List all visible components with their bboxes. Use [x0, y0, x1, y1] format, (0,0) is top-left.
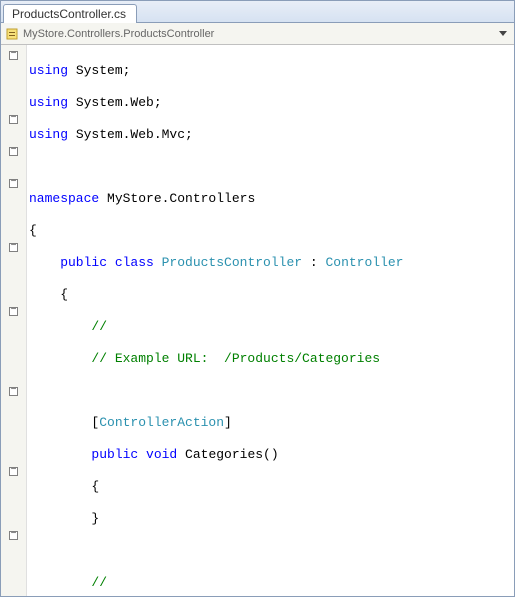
fold-toggle[interactable]	[9, 115, 18, 124]
fold-toggle[interactable]	[9, 467, 18, 476]
fold-toggle[interactable]	[9, 51, 18, 60]
navigation-bar: MyStore.Controllers.ProductsController	[1, 23, 514, 45]
tab-bar: ProductsController.cs	[1, 1, 514, 23]
type-name: ProductsController	[154, 255, 302, 270]
code-text: System.Web;	[68, 95, 162, 110]
brace: {	[29, 479, 99, 494]
fold-toggle[interactable]	[9, 307, 18, 316]
keyword: public	[29, 447, 138, 462]
keyword: void	[138, 447, 177, 462]
code-text: ]	[224, 415, 232, 430]
fold-toggle[interactable]	[9, 387, 18, 396]
type-name: ControllerAction	[99, 415, 224, 430]
keyword: using	[29, 95, 68, 110]
code-editor[interactable]: using System; using System.Web; using Sy…	[1, 45, 514, 596]
code-text: MyStore.Controllers	[99, 191, 255, 206]
brace: {	[29, 223, 37, 238]
brace: {	[29, 287, 68, 302]
code-text: System.Web.Mvc;	[68, 127, 193, 142]
file-tab[interactable]: ProductsController.cs	[3, 4, 137, 23]
code-text: :	[302, 255, 325, 270]
class-icon	[5, 27, 19, 41]
comment: //	[29, 575, 107, 590]
keyword: class	[107, 255, 154, 270]
fold-toggle[interactable]	[9, 531, 18, 540]
comment: //	[29, 319, 107, 334]
code-area[interactable]: using System; using System.Web; using Sy…	[27, 45, 514, 596]
keyword: public	[29, 255, 107, 270]
breadcrumb[interactable]: MyStore.Controllers.ProductsController	[23, 28, 496, 40]
keyword: namespace	[29, 191, 99, 206]
comment: // Example URL: /Products/Categories	[29, 351, 380, 366]
fold-toggle[interactable]	[9, 147, 18, 156]
fold-toggle[interactable]	[9, 179, 18, 188]
code-text: System;	[68, 63, 130, 78]
code-text: Categories()	[177, 447, 278, 462]
brace: }	[29, 511, 99, 526]
code-text: [	[29, 415, 99, 430]
fold-toggle[interactable]	[9, 243, 18, 252]
tab-title: ProductsController.cs	[12, 7, 126, 21]
type-name: Controller	[325, 255, 403, 270]
keyword: using	[29, 63, 68, 78]
fold-gutter	[1, 45, 27, 596]
dropdown-icon[interactable]	[496, 27, 510, 41]
keyword: using	[29, 127, 68, 142]
